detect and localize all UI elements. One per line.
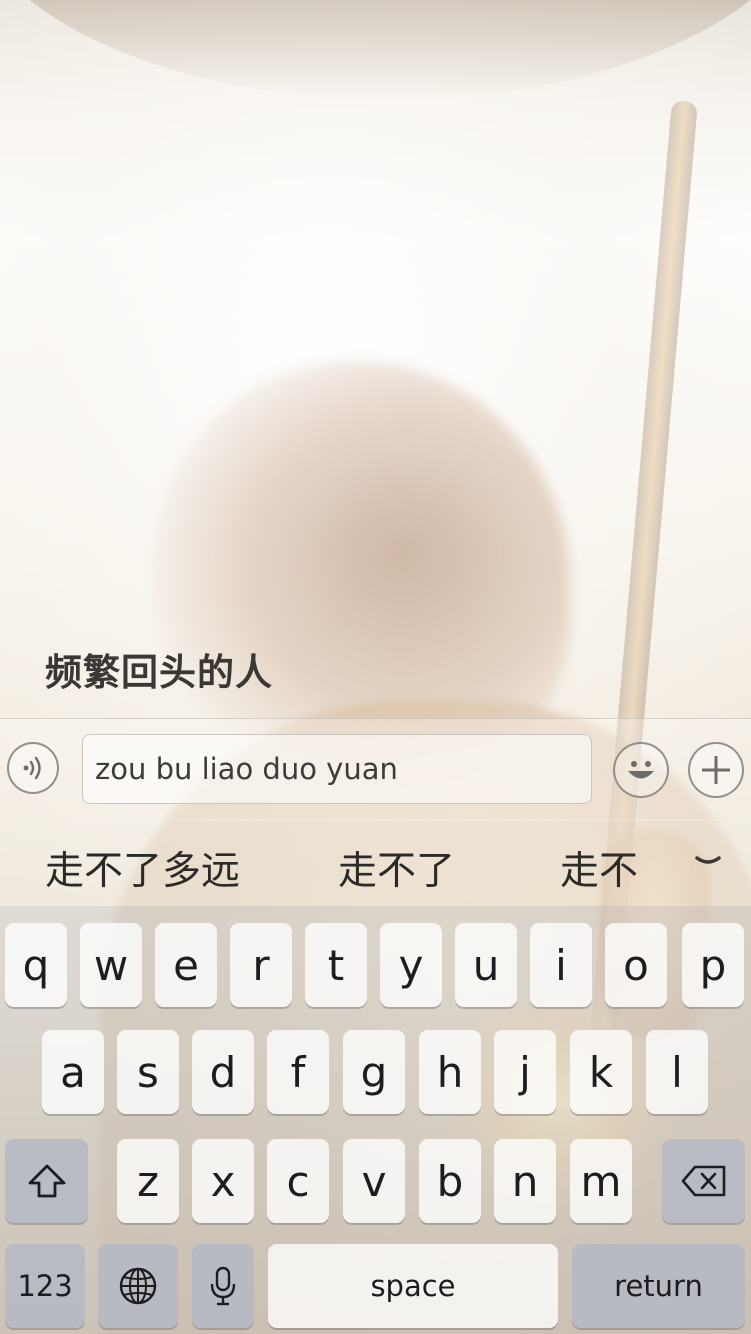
key-y[interactable]: y (380, 923, 442, 1007)
key-q[interactable]: q (5, 923, 67, 1007)
key-n[interactable]: n (494, 1139, 556, 1223)
key-b[interactable]: b (419, 1139, 481, 1223)
key-f[interactable]: f (267, 1030, 329, 1114)
key-e[interactable]: e (155, 923, 217, 1007)
key-k[interactable]: k (570, 1030, 632, 1114)
chevron-down-icon (695, 856, 721, 864)
candidate-word[interactable]: 走不 (560, 840, 638, 896)
key-i[interactable]: i (530, 923, 592, 1007)
delete-key[interactable] (662, 1139, 745, 1223)
key-l[interactable]: l (646, 1030, 708, 1114)
key-p[interactable]: p (682, 923, 744, 1007)
key-c[interactable]: c (267, 1139, 329, 1223)
plus-icon (702, 756, 730, 784)
screen: 频繁回头的人 zou bu liao duo yuan 走不了多远 走不了 走不 (0, 0, 751, 1334)
backspace-icon (681, 1165, 725, 1197)
key-x[interactable]: x (192, 1139, 254, 1223)
chat-title: 频繁回头的人 (45, 651, 273, 694)
more-options-button[interactable] (688, 742, 744, 798)
voice-wave-icon (23, 756, 41, 780)
globe-key[interactable] (98, 1244, 178, 1328)
key-j[interactable]: j (494, 1030, 556, 1114)
key-w[interactable]: w (80, 923, 142, 1007)
key-u[interactable]: u (455, 923, 517, 1007)
shift-arrow-icon (28, 1164, 65, 1198)
key-m[interactable]: m (570, 1139, 632, 1223)
voice-input-button[interactable] (7, 742, 59, 794)
numbers-key[interactable]: 123 (5, 1244, 85, 1328)
shift-key[interactable] (5, 1139, 88, 1223)
key-o[interactable]: o (605, 923, 667, 1007)
key-r[interactable]: r (230, 923, 292, 1007)
return-key[interactable]: return (572, 1244, 745, 1328)
key-a[interactable]: a (42, 1030, 104, 1114)
key-d[interactable]: d (192, 1030, 254, 1114)
dictation-key[interactable] (192, 1244, 254, 1328)
expand-candidates-button[interactable] (688, 842, 728, 882)
key-s[interactable]: s (117, 1030, 179, 1114)
key-h[interactable]: h (419, 1030, 481, 1114)
key-g[interactable]: g (343, 1030, 405, 1114)
message-input[interactable]: zou bu liao duo yuan (82, 734, 592, 804)
emoji-button[interactable] (613, 742, 669, 798)
key-v[interactable]: v (343, 1139, 405, 1223)
candidate-word[interactable]: 走不了多远 (45, 840, 240, 896)
smiley-icon (628, 761, 654, 779)
key-t[interactable]: t (305, 923, 367, 1007)
microphone-icon (210, 1266, 236, 1306)
space-key[interactable]: space (268, 1244, 558, 1328)
globe-icon (119, 1267, 157, 1305)
candidate-word[interactable]: 走不了 (338, 840, 455, 896)
key-z[interactable]: z (117, 1139, 179, 1223)
